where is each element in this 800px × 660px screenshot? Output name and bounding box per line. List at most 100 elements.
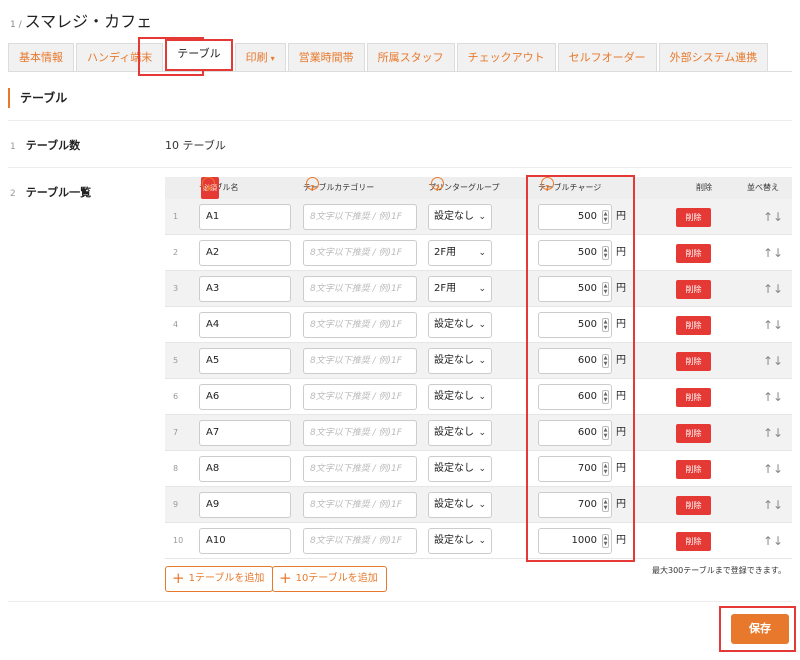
chevron-down-icon: ⌄: [478, 212, 486, 222]
page-header: 1 / スマレジ・カフェ: [10, 8, 152, 31]
chevron-down-icon: ⌄: [478, 536, 486, 546]
save-button[interactable]: 保存: [731, 614, 789, 644]
table-row: 8 A8 8文字以下推奨 / 例)1F 設定なし ⌄ 700 ▲ ▼ 円削除 ↑↓: [165, 451, 792, 487]
table-name-input[interactable]: A2: [199, 240, 291, 266]
delete-button[interactable]: 削除: [676, 460, 711, 479]
step-number: 1 /: [10, 20, 22, 30]
header-delete: 削除: [696, 183, 712, 192]
table-name-input[interactable]: A10: [199, 528, 291, 554]
table-list: テーブル名必須? テーブルカテゴリー? プリンターグループ? テーブルチャージ?…: [165, 177, 792, 559]
delete-button[interactable]: 削除: [676, 532, 711, 551]
row-label-text: テーブル数: [25, 139, 81, 152]
sort-handle-icon[interactable]: ↑↓: [763, 523, 783, 559]
sort-handle-icon[interactable]: ↑↓: [763, 379, 783, 415]
chevron-down-icon: ⌄: [478, 392, 486, 402]
tab-table[interactable]: テーブル: [165, 39, 233, 71]
printer-group-select[interactable]: 設定なし ⌄: [428, 456, 492, 482]
table-count-value: 10 テーブル: [165, 139, 226, 152]
table-category-input[interactable]: 8文字以下推奨 / 例)1F: [303, 276, 417, 302]
help-icon[interactable]: ?: [202, 177, 215, 193]
tab-business-hours[interactable]: 営業時間帯: [287, 43, 365, 71]
table-name-input[interactable]: A6: [199, 384, 291, 410]
chevron-down-icon: ⌄: [478, 356, 486, 366]
tab-basic-info[interactable]: 基本情報: [8, 43, 74, 71]
table-name-input[interactable]: A1: [199, 204, 291, 230]
tab-divider: [8, 71, 792, 72]
printer-group-select[interactable]: 2F用 ⌄: [428, 240, 492, 266]
table-name-input[interactable]: A3: [199, 276, 291, 302]
delete-button[interactable]: 削除: [676, 352, 711, 371]
printer-group-value: 2F用: [434, 247, 457, 258]
limit-note: 最大300テーブルまで登録できます。: [652, 566, 786, 575]
printer-group-select[interactable]: 2F用 ⌄: [428, 276, 492, 302]
help-icon[interactable]: ?: [431, 177, 444, 193]
table-category-input[interactable]: 8文字以下推奨 / 例)1F: [303, 312, 417, 338]
sort-handle-icon[interactable]: ↑↓: [763, 343, 783, 379]
tab-checkout[interactable]: チェックアウト: [456, 43, 556, 71]
table-category-input[interactable]: 8文字以下推奨 / 例)1F: [303, 348, 417, 374]
table-category-input[interactable]: 8文字以下推奨 / 例)1F: [303, 528, 417, 554]
printer-group-select[interactable]: 設定なし ⌄: [428, 348, 492, 374]
sort-handle-icon[interactable]: ↑↓: [763, 271, 783, 307]
chevron-down-icon: ⌄: [478, 428, 486, 438]
row-index: 6: [173, 392, 179, 401]
delete-button[interactable]: 削除: [676, 208, 711, 227]
table-row: 9 A9 8文字以下推奨 / 例)1F 設定なし ⌄ 700 ▲ ▼ 円削除 ↑↓: [165, 487, 792, 523]
add-one-label: 1テーブルを追加: [188, 573, 265, 584]
delete-button[interactable]: 削除: [676, 496, 711, 515]
printer-group-value: 設定なし: [434, 211, 474, 222]
printer-group-value: 設定なし: [434, 535, 474, 546]
table-name-input[interactable]: A5: [199, 348, 291, 374]
printer-group-value: 設定なし: [434, 427, 474, 438]
table-name-input[interactable]: A9: [199, 492, 291, 518]
help-icon[interactable]: ?: [306, 177, 319, 193]
add-ten-tables-button[interactable]: +10テーブルを追加: [272, 566, 387, 592]
printer-group-select[interactable]: 設定なし ⌄: [428, 384, 492, 410]
sort-handle-icon[interactable]: ↑↓: [763, 307, 783, 343]
table-name-input[interactable]: A4: [199, 312, 291, 338]
table-category-input[interactable]: 8文字以下推奨 / 例)1F: [303, 384, 417, 410]
delete-button[interactable]: 削除: [676, 316, 711, 335]
table-category-input[interactable]: 8文字以下推奨 / 例)1F: [303, 240, 417, 266]
table-count-label: 1 テーブル数: [10, 137, 80, 153]
row-index: 5: [173, 356, 179, 365]
sort-handle-icon[interactable]: ↑↓: [763, 235, 783, 271]
add-one-table-button[interactable]: +1テーブルを追加: [165, 566, 274, 592]
tab-self-order[interactable]: セルフオーダー: [557, 43, 657, 71]
table-name-input[interactable]: A7: [199, 420, 291, 446]
tab-bar: 基本情報 ハンディ端末 テーブル 印刷 ▾ 営業時間帯 所属スタッフ チェックアウ…: [8, 39, 770, 71]
tab-staff[interactable]: 所属スタッフ: [366, 43, 455, 71]
sort-handle-icon[interactable]: ↑↓: [763, 487, 783, 523]
table-row: 6 A6 8文字以下推奨 / 例)1F 設定なし ⌄ 600 ▲ ▼ 円削除 ↑↓: [165, 379, 792, 415]
table-name-input[interactable]: A8: [199, 456, 291, 482]
delete-button[interactable]: 削除: [676, 280, 711, 299]
delete-button[interactable]: 削除: [676, 244, 711, 263]
chevron-down-icon: ⌄: [478, 464, 486, 474]
sort-handle-icon[interactable]: ↑↓: [763, 415, 783, 451]
printer-group-select[interactable]: 設定なし ⌄: [428, 204, 492, 230]
chevron-down-icon: ⌄: [478, 284, 486, 294]
table-list-label: 2 テーブル一覧: [10, 184, 91, 200]
divider: [8, 120, 792, 121]
printer-group-select[interactable]: 設定なし ⌄: [428, 492, 492, 518]
table-category-input[interactable]: 8文字以下推奨 / 例)1F: [303, 204, 417, 230]
table-row: 10 A10 8文字以下推奨 / 例)1F 設定なし ⌄ 1000 ▲ ▼ 円削除 ↑↓: [165, 523, 792, 559]
delete-button[interactable]: 削除: [676, 388, 711, 407]
row-index: 2: [173, 248, 179, 257]
tab-external-integration[interactable]: 外部システム連携: [658, 43, 769, 71]
delete-button[interactable]: 削除: [676, 424, 711, 443]
table-category-input[interactable]: 8文字以下推奨 / 例)1F: [303, 492, 417, 518]
table-category-input[interactable]: 8文字以下推奨 / 例)1F: [303, 420, 417, 446]
printer-group-value: 設定なし: [434, 391, 474, 402]
sort-handle-icon[interactable]: ↑↓: [763, 451, 783, 487]
divider: [8, 167, 792, 168]
table-category-input[interactable]: 8文字以下推奨 / 例)1F: [303, 456, 417, 482]
printer-group-select[interactable]: 設定なし ⌄: [428, 528, 492, 554]
sort-handle-icon[interactable]: ↑↓: [763, 199, 783, 235]
printer-group-select[interactable]: 設定なし ⌄: [428, 420, 492, 446]
row-index: 9: [173, 500, 179, 509]
tab-print[interactable]: 印刷 ▾: [234, 43, 286, 71]
printer-group-select[interactable]: 設定なし ⌄: [428, 312, 492, 338]
table-body: 1 A1 8文字以下推奨 / 例)1F 設定なし ⌄ 500 ▲ ▼ 円削除 ↑↓ 2 A2 8文字以下…: [165, 199, 792, 559]
row-index: 4: [173, 320, 179, 329]
